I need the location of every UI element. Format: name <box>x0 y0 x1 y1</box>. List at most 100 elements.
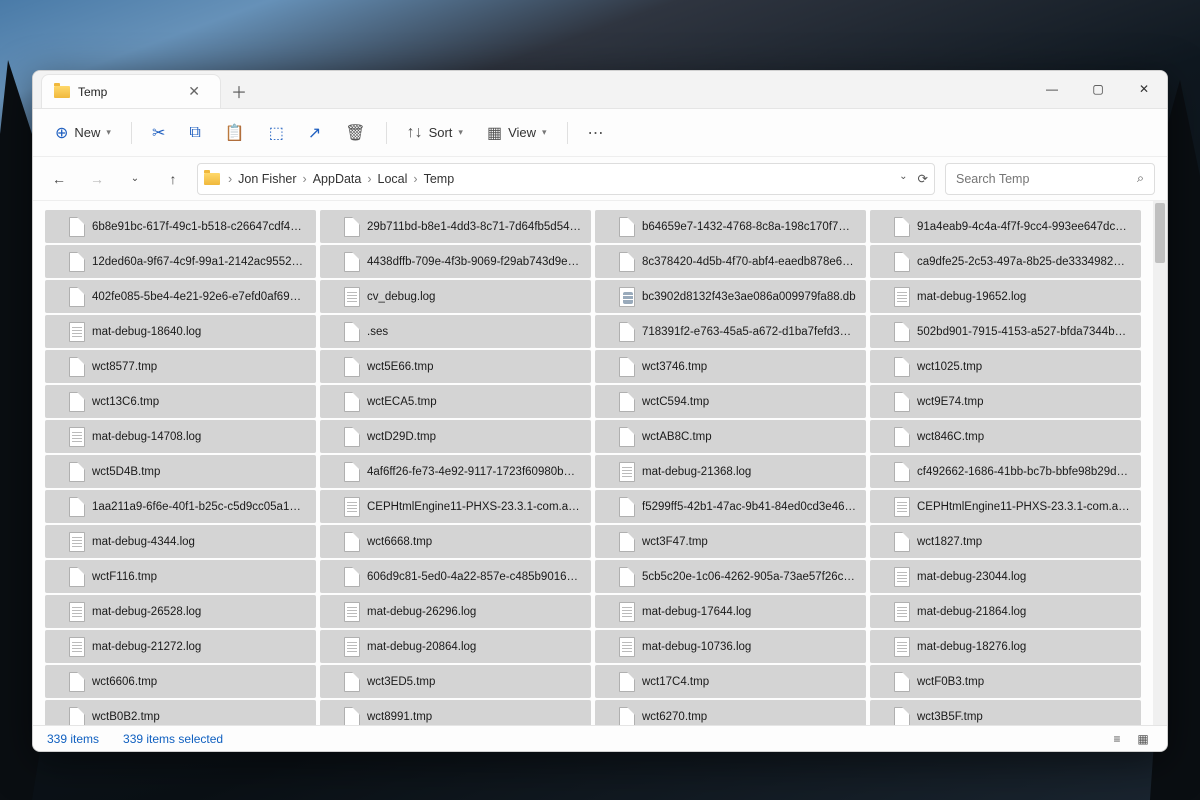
cut-button[interactable]: ✂ <box>142 116 175 150</box>
file-icon <box>894 532 910 552</box>
file-item[interactable]: mat-debug-14708.log <box>45 420 316 453</box>
file-item[interactable]: 402fe085-5be4-4e21-92e6-e7efd0af698c.tmp <box>45 280 316 313</box>
file-item[interactable]: mat-debug-21368.log <box>595 455 866 488</box>
window-close-button[interactable]: ✕ <box>1121 70 1167 108</box>
details-view-icon[interactable]: ≡ <box>1107 730 1127 748</box>
history-dropdown-icon[interactable]: ⌄ <box>899 171 907 186</box>
file-item[interactable]: wctB0B2.tmp <box>45 700 316 725</box>
file-item[interactable]: f5299ff5-42b1-47ac-9b41-84ed0cd3e46b.tmp <box>595 490 866 523</box>
recent-button[interactable]: ⌄ <box>121 165 149 193</box>
minimize-button[interactable]: — <box>1029 70 1075 108</box>
file-name: wct3ED5.tmp <box>367 676 435 688</box>
file-item[interactable]: wct5E66.tmp <box>320 350 591 383</box>
up-button[interactable]: ↑ <box>159 165 187 193</box>
crumb[interactable]: AppData <box>311 172 364 186</box>
file-item[interactable]: mat-debug-21272.log <box>45 630 316 663</box>
file-item[interactable]: CEPHtmlEngine11-PHXS-23.3.1-com.adobe... <box>320 490 591 523</box>
file-item[interactable]: 5cb5c20e-1c06-4262-905a-73ae57f26c51.tmp <box>595 560 866 593</box>
file-item[interactable]: wct1827.tmp <box>870 525 1141 558</box>
scrollbar-thumb[interactable] <box>1155 203 1165 263</box>
file-item[interactable]: cf492662-1686-41bb-bc7b-bbfe98b29d99.t..… <box>870 455 1141 488</box>
file-item[interactable]: cv_debug.log <box>320 280 591 313</box>
file-item[interactable]: 29b711bd-b8e1-4dd3-8c71-7d64fb5d54ee.t..… <box>320 210 591 243</box>
file-item[interactable]: wctECA5.tmp <box>320 385 591 418</box>
file-item[interactable]: wct1025.tmp <box>870 350 1141 383</box>
new-label: New <box>74 125 100 140</box>
file-list[interactable]: 6b8e91bc-617f-49c1-b518-c26647cdf4ad.tmp… <box>33 201 1153 725</box>
file-item[interactable]: mat-debug-20864.log <box>320 630 591 663</box>
file-item[interactable]: mat-debug-4344.log <box>45 525 316 558</box>
file-item[interactable]: mat-debug-23044.log <box>870 560 1141 593</box>
share-button[interactable]: ↗ <box>298 116 331 150</box>
tab-temp[interactable]: Temp ✕ <box>41 74 221 108</box>
file-item[interactable]: wct5D4B.tmp <box>45 455 316 488</box>
file-item[interactable]: wct3746.tmp <box>595 350 866 383</box>
rename-button[interactable]: ⬚ <box>259 116 294 150</box>
maximize-button[interactable]: ▢ <box>1075 70 1121 108</box>
file-item[interactable]: 4af6ff26-fe73-4e92-9117-1723f60980b2.tmp <box>320 455 591 488</box>
file-item[interactable]: wct846C.tmp <box>870 420 1141 453</box>
file-item[interactable]: wctD29D.tmp <box>320 420 591 453</box>
file-item[interactable]: wct8577.tmp <box>45 350 316 383</box>
file-item[interactable]: wct9E74.tmp <box>870 385 1141 418</box>
breadcrumb[interactable]: › Jon Fisher › AppData › Local › Temp ⌄ … <box>197 163 935 195</box>
file-item[interactable]: 4438dffb-709e-4f3b-9069-f29ab743d9e9.tmp <box>320 245 591 278</box>
more-button[interactable]: ⋯ <box>578 116 614 150</box>
file-item[interactable]: wct13C6.tmp <box>45 385 316 418</box>
file-item[interactable]: wct6668.tmp <box>320 525 591 558</box>
file-item[interactable]: wct6606.tmp <box>45 665 316 698</box>
paste-button[interactable]: 📋 <box>215 116 255 150</box>
file-item[interactable]: bc3902d8132f43e3ae086a009979fa88.db <box>595 280 866 313</box>
file-item[interactable]: wct17C4.tmp <box>595 665 866 698</box>
crumb[interactable]: Temp <box>422 172 457 186</box>
file-item[interactable]: mat-debug-18276.log <box>870 630 1141 663</box>
file-item[interactable]: b64659e7-1432-4768-8c8a-198c170f7532.tmp <box>595 210 866 243</box>
copy-button[interactable]: ⧉ <box>179 116 210 150</box>
forward-button[interactable]: → <box>83 165 111 193</box>
file-item[interactable]: wctAB8C.tmp <box>595 420 866 453</box>
file-item[interactable]: mat-debug-17644.log <box>595 595 866 628</box>
file-item[interactable]: mat-debug-18640.log <box>45 315 316 348</box>
thumbnails-view-icon[interactable]: ▦ <box>1133 730 1153 748</box>
file-item[interactable]: CEPHtmlEngine11-PHXS-23.3.1-com.adobe... <box>870 490 1141 523</box>
file-item[interactable]: mat-debug-26296.log <box>320 595 591 628</box>
back-button[interactable]: ← <box>45 165 73 193</box>
file-item[interactable]: ca9dfe25-2c53-497a-8b25-de3334982501.tmp <box>870 245 1141 278</box>
file-item[interactable]: wct6270.tmp <box>595 700 866 725</box>
file-item[interactable]: wctF116.tmp <box>45 560 316 593</box>
file-item[interactable]: wct3F47.tmp <box>595 525 866 558</box>
sort-button[interactable]: ↑↓ Sort ▾ <box>397 116 473 150</box>
file-item[interactable]: 1aa211a9-6f6e-40f1-b25c-c5d9cc05a18b.tmp <box>45 490 316 523</box>
search-icon[interactable]: ⌕ <box>1137 171 1144 186</box>
new-tab-button[interactable]: ＋ <box>221 74 257 108</box>
file-item[interactable]: wct8991.tmp <box>320 700 591 725</box>
search-box[interactable]: ⌕ <box>945 163 1155 195</box>
file-item[interactable]: wct3ED5.tmp <box>320 665 591 698</box>
tab-close-button[interactable]: ✕ <box>184 83 204 100</box>
file-item[interactable]: wct3B5F.tmp <box>870 700 1141 725</box>
crumb[interactable]: Jon Fisher <box>236 172 298 186</box>
file-item[interactable]: 502bd901-7915-4153-a527-bfda7344bc15.t..… <box>870 315 1141 348</box>
file-icon <box>69 427 85 447</box>
file-item[interactable]: mat-debug-26528.log <box>45 595 316 628</box>
scrollbar[interactable] <box>1153 201 1167 725</box>
file-item[interactable]: 6b8e91bc-617f-49c1-b518-c26647cdf4ad.tmp <box>45 210 316 243</box>
file-item[interactable]: mat-debug-19652.log <box>870 280 1141 313</box>
file-item[interactable]: wctC594.tmp <box>595 385 866 418</box>
file-item[interactable]: mat-debug-21864.log <box>870 595 1141 628</box>
file-item[interactable]: mat-debug-10736.log <box>595 630 866 663</box>
file-item[interactable]: 91a4eab9-4c4a-4f7f-9cc4-993ee647dc0a.tmp <box>870 210 1141 243</box>
file-item[interactable]: 12ded60a-9f67-4c9f-99a1-2142ac955207.tmp <box>45 245 316 278</box>
file-name: 5cb5c20e-1c06-4262-905a-73ae57f26c51.tmp <box>642 571 856 583</box>
file-item[interactable]: 8c378420-4d5b-4f70-abf4-eaedb878e665.tmp <box>595 245 866 278</box>
file-item[interactable]: wctF0B3.tmp <box>870 665 1141 698</box>
refresh-icon[interactable]: ⟳ <box>918 171 928 186</box>
new-button[interactable]: ⊕ New ▾ <box>45 116 121 150</box>
file-item[interactable]: .ses <box>320 315 591 348</box>
view-button[interactable]: ▦ View ▾ <box>477 116 557 150</box>
file-item[interactable]: 606d9c81-5ed0-4a22-857e-c485b9016318.t..… <box>320 560 591 593</box>
search-input[interactable] <box>956 172 1129 186</box>
crumb[interactable]: Local <box>376 172 410 186</box>
delete-button[interactable]: 🗑 <box>335 116 375 150</box>
file-item[interactable]: 718391f2-e763-45a5-a672-d1ba7fefd39d.tmp <box>595 315 866 348</box>
